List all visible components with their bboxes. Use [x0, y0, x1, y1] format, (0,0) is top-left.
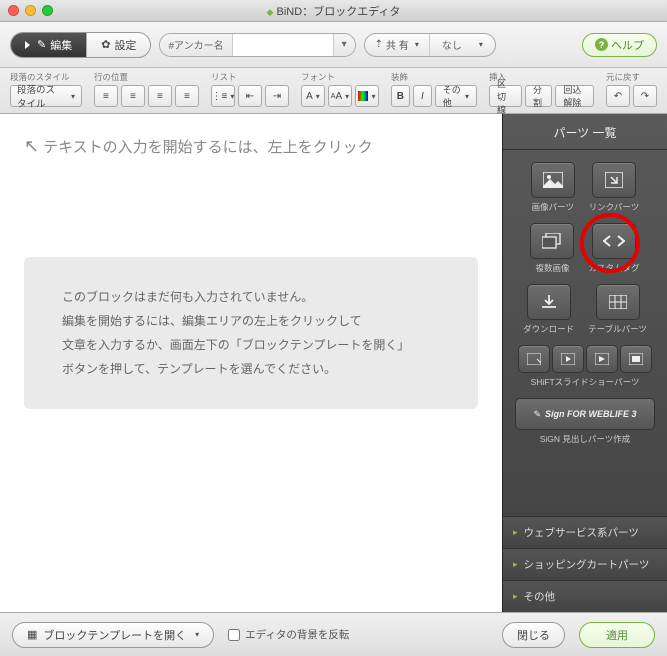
- font-size-button[interactable]: AA▾: [328, 85, 352, 107]
- divider-button[interactable]: 区切線: [489, 85, 522, 107]
- para-style-select[interactable]: 段落のスタイル▾: [10, 85, 82, 107]
- multi-image-button[interactable]: [530, 223, 574, 259]
- link-part-button[interactable]: [592, 162, 636, 198]
- anchor-label: #アンカー名: [160, 34, 232, 56]
- table-part-label: テーブルパーツ: [588, 323, 647, 335]
- align-center-button[interactable]: ≡: [121, 85, 145, 107]
- slideshow-3-button[interactable]: [586, 345, 618, 373]
- parts-panel: パーツ 一覧 画像パーツ リンクパーツ 複数画像 カスタムタグ ダウンロード テ…: [502, 114, 667, 612]
- anchor-input[interactable]: [233, 39, 333, 51]
- editor-area[interactable]: ↖テキストの入力を開始するには、左上をクリック このブロックはまだ何も入力されて…: [0, 114, 502, 612]
- slideshow-2-button[interactable]: [552, 345, 584, 373]
- slideshow-buttons: [518, 345, 652, 373]
- mode-segment: ✎編集 ✿設定: [10, 32, 151, 58]
- italic-button[interactable]: I: [413, 85, 432, 107]
- apply-button[interactable]: 適用: [579, 622, 655, 648]
- redo-button[interactable]: ↷: [633, 85, 657, 107]
- titlebar: ◆ BiND：ブロックエディタ: [0, 0, 667, 22]
- slideshow-1-button[interactable]: [518, 345, 550, 373]
- open-template-button[interactable]: ▦ブロックテンプレートを開く▾: [12, 622, 214, 648]
- share-label: ⇡共 有▾: [365, 34, 430, 56]
- list-label: リスト: [211, 71, 289, 83]
- anchor-field: #アンカー名 ▾: [159, 33, 355, 57]
- invert-bg-checkbox[interactable]: エディタの背景を反転: [228, 627, 349, 642]
- image-part-button[interactable]: [531, 162, 575, 198]
- font-label: フォント: [301, 71, 379, 83]
- multi-image-label: 複数画像: [535, 262, 569, 274]
- formatting-toolbar: 段落のスタイル 段落のスタイル▾ 行の位置 ≡ ≡ ≡ ≡ リスト ⋮≡▾ ⇤ …: [0, 68, 667, 114]
- undo-label: 元に戻す: [606, 71, 657, 83]
- wrap-button[interactable]: 回込解除: [555, 85, 594, 107]
- indent-button[interactable]: ⇥: [265, 85, 289, 107]
- anchor-dropdown[interactable]: ▾: [333, 34, 355, 56]
- settings-mode-button[interactable]: ✿設定: [87, 33, 150, 57]
- custom-tag-label: カスタムタグ: [588, 262, 639, 274]
- parts-panel-title: パーツ 一覧: [503, 114, 667, 150]
- align-right-button[interactable]: ≡: [148, 85, 172, 107]
- close-button[interactable]: 閉じる: [502, 622, 565, 648]
- slideshow-4-button[interactable]: [620, 345, 652, 373]
- accordion: ▸ウェブサービス系パーツ ▸ショッピングカートパーツ ▸その他: [503, 516, 667, 612]
- help-button[interactable]: ?ヘルプ: [582, 33, 657, 57]
- download-part-button[interactable]: [527, 284, 571, 320]
- align-left-button[interactable]: ≡: [94, 85, 118, 107]
- primary-toolbar: ✎編集 ✿設定 #アンカー名 ▾ ⇡共 有▾ なし▾ ?ヘルプ: [0, 22, 667, 68]
- acc-cart[interactable]: ▸ショッピングカートパーツ: [503, 548, 667, 580]
- link-part-label: リンクパーツ: [589, 201, 639, 213]
- cursor-icon: ↖: [24, 136, 39, 157]
- table-part-button[interactable]: [596, 284, 640, 320]
- grid-icon: ▦: [27, 628, 37, 641]
- editor-hint: ↖テキストの入力を開始するには、左上をクリック: [24, 136, 478, 157]
- outdent-button[interactable]: ⇤: [238, 85, 262, 107]
- footer-bar: ▦ブロックテンプレートを開く▾ エディタの背景を反転 閉じる 適用: [0, 612, 667, 656]
- acc-other[interactable]: ▸その他: [503, 580, 667, 612]
- align-justify-button[interactable]: ≡: [175, 85, 199, 107]
- empty-message: このブロックはまだ何も入力されていません。 編集を開始するには、編集エリアの左上…: [24, 257, 478, 409]
- acc-webservice[interactable]: ▸ウェブサービス系パーツ: [503, 516, 667, 548]
- list-button[interactable]: ⋮≡▾: [211, 85, 235, 107]
- download-part-label: ダウンロード: [523, 323, 574, 335]
- slideshow-label: SHiFTスライドショーパーツ: [531, 376, 640, 388]
- font-color-button[interactable]: ▾: [355, 85, 379, 107]
- edit-mode-button[interactable]: ✎編集: [11, 33, 87, 57]
- image-part-label: 画像パーツ: [532, 201, 574, 213]
- sign-part-label: SiGN 見出しパーツ作成: [540, 433, 631, 445]
- bold-button[interactable]: B: [391, 85, 410, 107]
- other-deco-button[interactable]: その他▾: [435, 85, 477, 107]
- line-pos-label: 行の位置: [94, 71, 199, 83]
- sign-part-button[interactable]: ✎Sign FOR WEBLIFE 3: [515, 398, 655, 430]
- decoration-label: 装飾: [391, 71, 477, 83]
- split-button[interactable]: 分割: [525, 85, 552, 107]
- custom-tag-button[interactable]: [592, 223, 636, 259]
- undo-button[interactable]: ↶: [606, 85, 630, 107]
- font-family-button[interactable]: A▾: [301, 85, 325, 107]
- share-select[interactable]: なし▾: [430, 37, 495, 52]
- window-title: ◆ BiND：ブロックエディタ: [0, 3, 667, 19]
- share-control: ⇡共 有▾ なし▾: [364, 33, 496, 57]
